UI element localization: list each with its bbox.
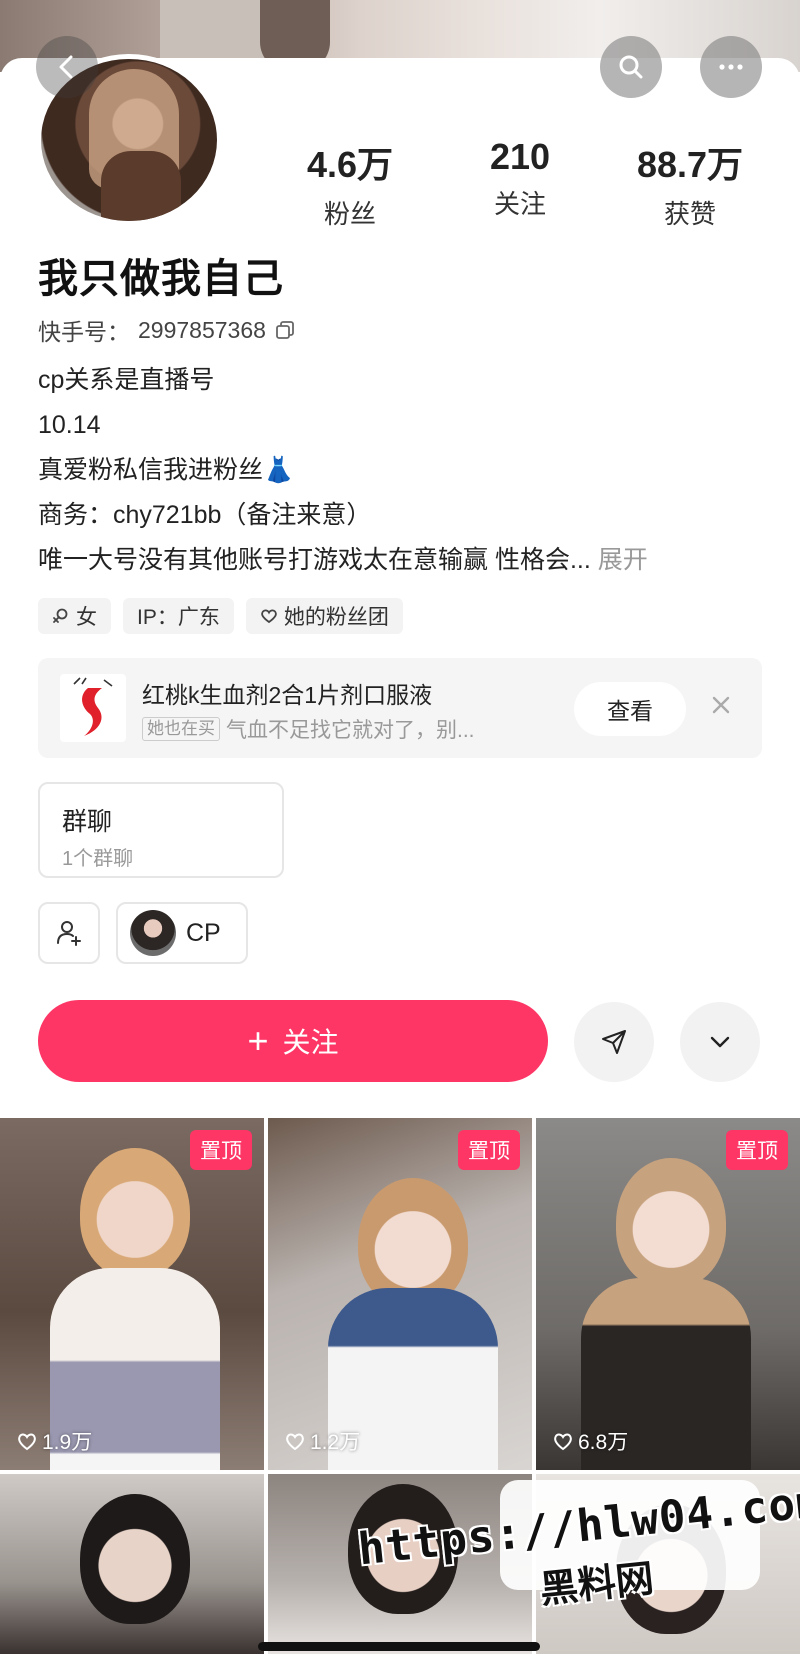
chevron-left-icon <box>59 55 73 79</box>
copy-icon[interactable] <box>274 319 296 341</box>
followers-label: 粉丝 <box>323 199 376 229</box>
home-indicator[interactable] <box>258 1642 540 1651</box>
group-chat-title: 群聊 <box>62 808 113 836</box>
ip-tag: IP：广东 <box>123 598 234 634</box>
following-label: 关注 <box>493 189 546 219</box>
heart-outline-icon <box>18 1433 36 1451</box>
more-button[interactable] <box>700 36 762 98</box>
product-subtitle-row: 她也在买 气血不足找它就对了，别... <box>142 714 475 744</box>
more-dots-icon <box>719 64 743 70</box>
expand-recommendations-button[interactable] <box>680 1002 760 1082</box>
pinned-badge: 置顶 <box>726 1130 788 1170</box>
post-likes: 1.9万 <box>16 1426 92 1456</box>
bio-line: 10.14 <box>38 411 101 439</box>
heart-outline-icon <box>554 1433 572 1451</box>
follow-button[interactable]: + 关注 <box>38 1000 548 1082</box>
product-card[interactable]: 红桃k生血剂2合1片剂口服液 她也在买 气血不足找它就对了，别... 查看 <box>38 658 762 758</box>
bio-line: 唯一大号没有其他账号打游戏太在意输赢 性格会... 展开 <box>38 538 768 583</box>
post-likes: 1.2万 <box>284 1426 360 1456</box>
group-chat-count: 1个群聊 <box>62 848 134 870</box>
heart-outline-icon <box>261 609 277 624</box>
product-logo-icon <box>73 677 113 736</box>
user-id: 快手号： 2997857368 <box>38 313 296 347</box>
product-subtitle: 气血不足找它就对了，别... <box>226 719 475 742</box>
cp-label: CP <box>186 918 221 947</box>
gender-label: 女 <box>76 606 97 629</box>
bio: cp关系是直播号 10.14 真爱粉私信我进粉丝👗 商务：chy721bb（备注… <box>38 358 768 583</box>
chevron-down-icon <box>710 1036 730 1048</box>
expand-bio-link[interactable]: 展开 <box>598 546 648 574</box>
post-thumbnail[interactable]: 置顶 1.9万 <box>0 1118 264 1470</box>
send-message-button[interactable] <box>574 1002 654 1082</box>
female-icon <box>53 608 68 623</box>
bio-line: cp关系是直播号 <box>38 366 215 394</box>
search-icon <box>619 55 643 79</box>
post-thumbnail[interactable] <box>0 1474 264 1654</box>
view-product-button[interactable]: 查看 <box>574 682 686 736</box>
cp-avatar <box>130 910 176 956</box>
followers-stat[interactable]: 4.6万 粉丝 <box>280 136 420 231</box>
post-thumbnail[interactable]: 置顶 6.8万 <box>536 1118 800 1470</box>
post-likes-count: 1.9万 <box>42 1431 93 1454</box>
photo-figure-head <box>80 1494 190 1624</box>
bio-line: 真爱粉私信我进粉丝👗 <box>38 456 295 484</box>
avatar-dress-shape <box>101 151 181 221</box>
likes-count: 88.7万 <box>636 144 744 185</box>
post-thumbnail[interactable]: 置顶 1.2万 <box>268 1118 532 1470</box>
bio-last-line: 唯一大号没有其他账号打游戏太在意输赢 性格会... <box>38 546 591 574</box>
followers-count: 4.6万 <box>306 144 394 185</box>
back-button[interactable] <box>36 36 98 98</box>
photo-figure-head <box>616 1158 726 1288</box>
bio-line: 商务：chy721bb（备注来意） <box>38 501 372 529</box>
following-stat[interactable]: 210 关注 <box>450 136 590 231</box>
group-chat-card[interactable]: 群聊 1个群聊 <box>38 782 284 878</box>
photo-figure-head <box>80 1148 190 1278</box>
send-icon <box>602 1030 626 1054</box>
post-likes: 6.8万 <box>552 1426 628 1456</box>
fan-club-tag[interactable]: 她的粉丝团 <box>245 598 403 634</box>
post-likes-count: 1.2万 <box>310 1431 361 1454</box>
add-user-icon <box>57 921 81 946</box>
pinned-badge: 置顶 <box>190 1130 252 1170</box>
close-icon[interactable] <box>706 690 736 720</box>
search-button[interactable] <box>600 36 662 98</box>
post-likes-count: 6.8万 <box>578 1431 629 1454</box>
user-id-label: 快手号： <box>38 319 130 345</box>
user-id-value: 2997857368 <box>138 316 266 343</box>
pinned-badge: 置顶 <box>458 1130 520 1170</box>
heart-outline-icon <box>286 1433 304 1451</box>
product-title: 红桃k生血剂2合1片剂口服液 <box>142 682 433 708</box>
plus-icon: + <box>247 1020 269 1061</box>
profile-stats: 4.6万 粉丝 210 关注 88.7万 获赞 <box>280 136 760 231</box>
product-image <box>60 674 126 742</box>
also-buying-badge: 她也在买 <box>142 717 220 741</box>
likes-label: 获赞 <box>663 199 716 229</box>
add-friend-button[interactable] <box>38 902 100 964</box>
gender-tag: 女 <box>38 598 111 634</box>
following-count: 210 <box>489 136 551 177</box>
likes-stat[interactable]: 88.7万 获赞 <box>620 136 760 231</box>
follow-label: 关注 <box>282 1027 339 1058</box>
profile-name: 我只做我自己 <box>38 257 284 301</box>
profile-tags: 女 IP：广东 她的粉丝团 <box>38 598 403 634</box>
fan-club-label: 她的粉丝团 <box>283 606 389 629</box>
ip-label: IP：广东 <box>137 606 220 629</box>
cp-relation-chip[interactable]: CP <box>116 902 248 964</box>
